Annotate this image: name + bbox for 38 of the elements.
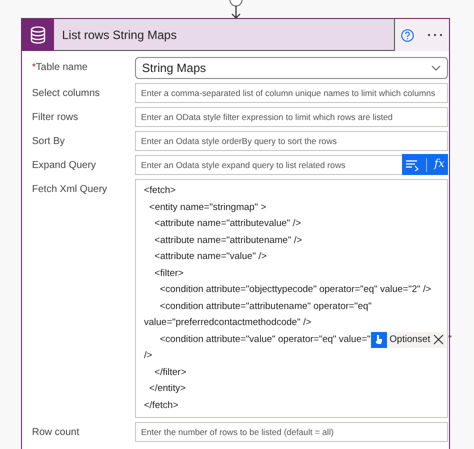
code-line: /> [144,349,152,364]
text-field[interactable]: Enter an OData style filter expression to limit which rows are listed [135,107,448,127]
table-dropdown[interactable]: String Maps [135,57,448,79]
code-line: <condition attribute="attributename" operator="eq" [158,300,372,314]
field-label: *Table name [32,61,88,75]
field-label: Filter rows [32,111,78,125]
text-field[interactable]: Enter the number of rows to be listed (default = all) [135,422,448,442]
database-icon [30,26,46,44]
text-field[interactable]: Enter an Odata style orderBy query to sort the rows [135,131,448,151]
card-header[interactable]: List rows String Maps [54,19,395,51]
field-label: Select columns [32,87,100,101]
field-label: Expand Query [32,159,96,173]
close-icon[interactable] [433,334,444,346]
chevron-down-icon [431,65,441,71]
more-icon[interactable] [426,33,443,37]
help-icon[interactable] [401,28,414,42]
text-field[interactable]: Enter a comma-separated list of column unique names to limit which columns [135,83,448,103]
lines-icon[interactable] [405,158,420,170]
code-line: <attribute name="attributename" /> [154,234,302,248]
code-line: value="preferredcontactmethodcode" /> [144,316,312,330]
code-line: <attribute name="attributevalue" /> [154,217,301,232]
code-line: " [447,332,452,347]
pointer-hand-icon [374,334,384,346]
code-line: </entity> [148,382,186,396]
expression-button[interactable]: fx [434,156,445,173]
field-label: Row count [32,426,80,440]
optionset-token[interactable]: Optionset [370,332,446,348]
code-line: <condition attribute="objecttypecode" operator="eq" value="2" /> [158,283,432,298]
field-label: Fetch Xml Query [32,183,108,197]
code-line: <entity name="stringmap" > [148,200,266,215]
code-line: </filter> [154,366,186,380]
text-field[interactable]: Enter an Odata style expand query to list related rows [135,155,402,175]
code-line: <attribute name="value" /> [154,250,267,264]
code-line: <fetch> [144,184,176,198]
code-line: <condition attribute="value" operator="eq" value=" [158,332,371,347]
field-label: Sort By [32,135,65,149]
code-line: </fetch> [144,398,178,413]
code-line: <filter> [154,266,184,281]
